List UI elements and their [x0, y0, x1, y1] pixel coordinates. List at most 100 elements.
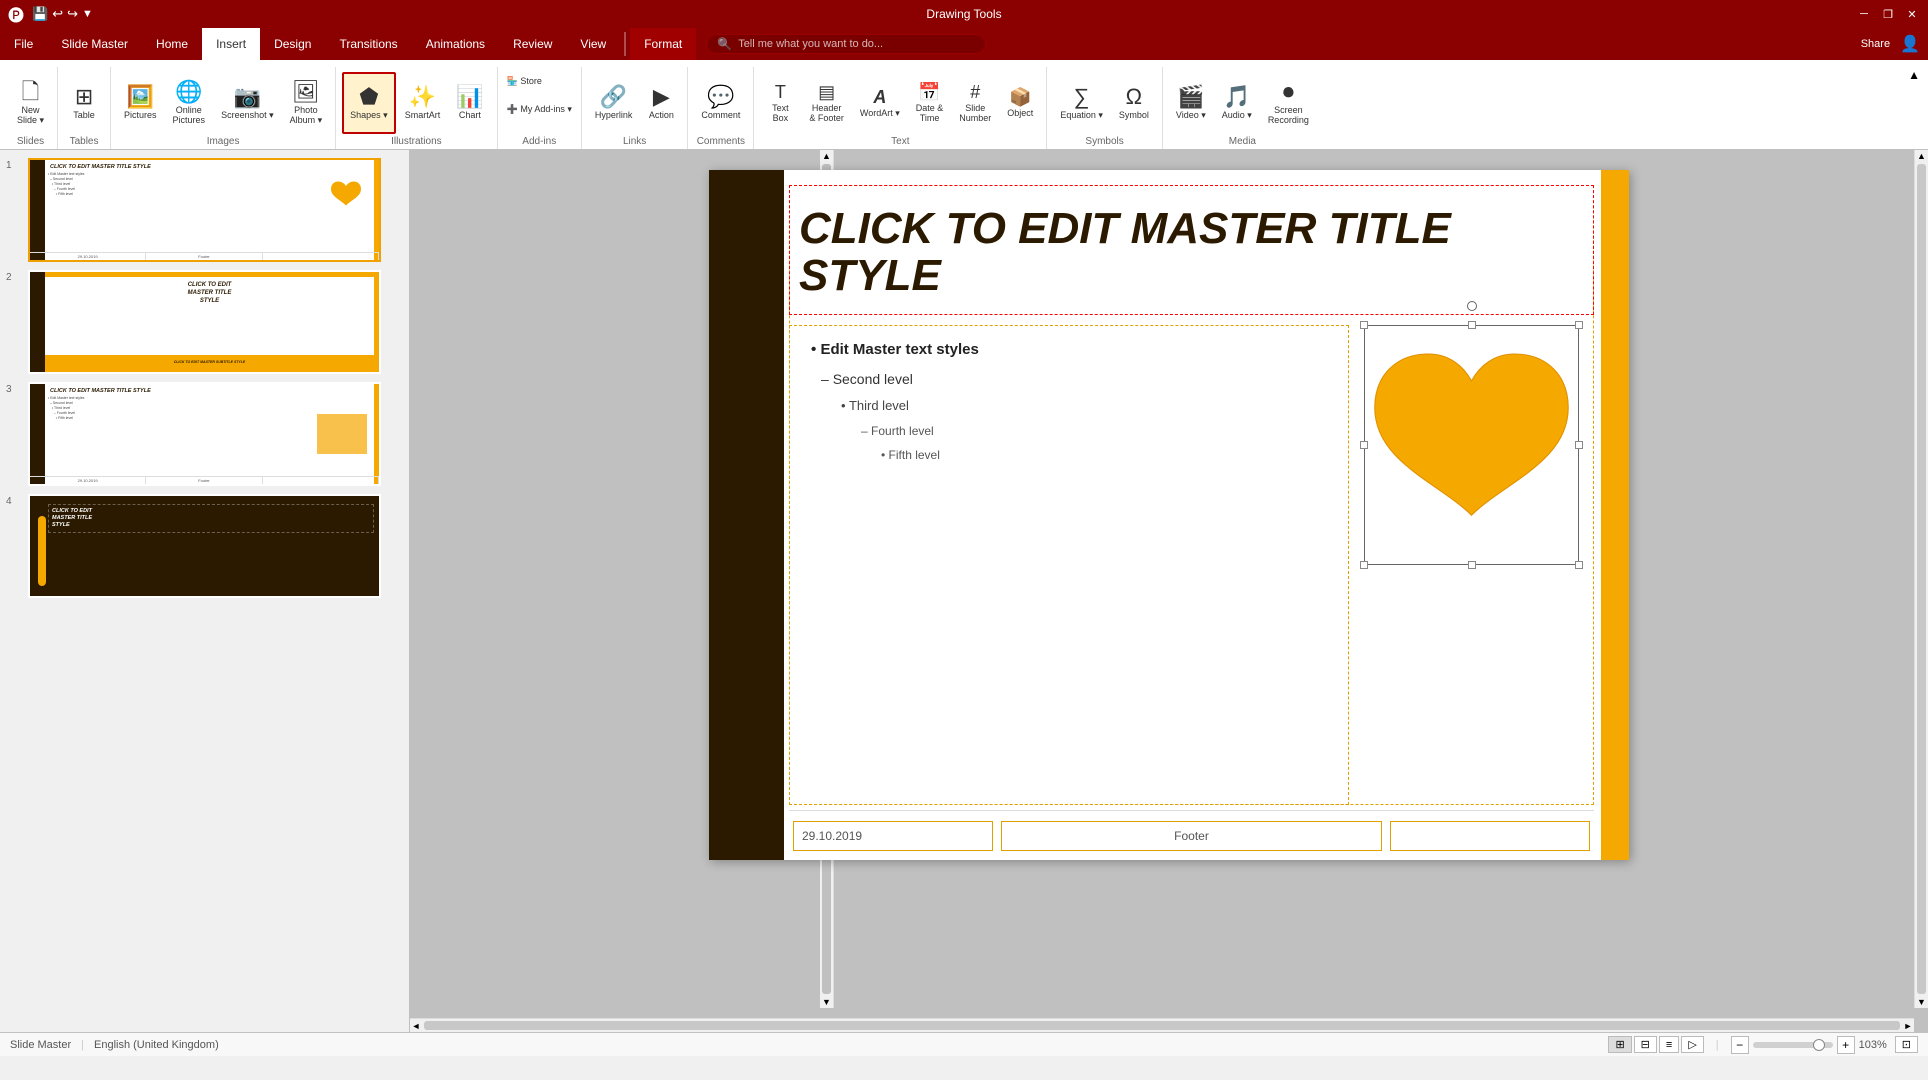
slide-main-title[interactable]: CLICK TO EDIT MASTER TITLE STYLE [799, 206, 1584, 298]
hyperlink-button[interactable]: 🔗 Hyperlink [588, 72, 640, 134]
screenshot-button[interactable]: 📷 Screenshot ▾ [214, 72, 281, 134]
bullet-level-3: • Third level [841, 393, 1344, 419]
store-button[interactable]: 🏪 Store [504, 67, 545, 95]
heart-object-container[interactable] [1364, 325, 1579, 565]
slide-3-thumbnail[interactable]: CLICK TO EDIT MASTER TITLE STYLE • Edit … [28, 382, 381, 486]
equation-button[interactable]: ∑ Equation ▾ [1053, 72, 1110, 134]
chart-button[interactable]: 📊 Chart [449, 72, 490, 134]
tab-home[interactable]: Home [142, 28, 202, 60]
slide-number-button[interactable]: # SlideNumber [952, 72, 998, 134]
share-tab-btn[interactable]: Share [1861, 38, 1890, 50]
my-addins-button[interactable]: ➕ My Add-ins ▾ [504, 95, 575, 123]
photo-album-button[interactable]: 🖼 PhotoAlbum ▾ [283, 72, 330, 134]
text-box-button[interactable]: T TextBox [760, 72, 800, 134]
handle-ml[interactable] [1360, 441, 1368, 449]
slide-4-thumbnail[interactable]: CLICK TO EDITMASTER TITLESTYLE [28, 494, 381, 598]
new-slide-button[interactable]: 🗋 NewSlide ▾ [10, 72, 51, 134]
object-icon: 📦 [1009, 88, 1031, 106]
slide-right-bar [1601, 170, 1629, 860]
canvas-right-scrollbar[interactable]: ▲ ▼ [1914, 150, 1928, 1008]
ribbon-tabs: File Slide Master Home Insert Design Tra… [0, 28, 1928, 60]
handle-bl[interactable] [1360, 561, 1368, 569]
tab-review[interactable]: Review [499, 28, 566, 60]
tab-view[interactable]: View [566, 28, 620, 60]
wordart-button[interactable]: A WordArt ▾ [853, 72, 907, 134]
action-button[interactable]: ▶ Action [641, 72, 681, 134]
date-time-button[interactable]: 📅 Date &Time [909, 72, 951, 134]
zoom-slider[interactable] [1753, 1042, 1833, 1048]
pictures-button[interactable]: 🖼️ Pictures [117, 72, 164, 134]
handle-mr[interactable] [1575, 441, 1583, 449]
slide-date-text: 29.10.2019 [802, 829, 862, 843]
zoom-level: 103% [1859, 1039, 1887, 1051]
shapes-button[interactable]: ⬟ Shapes ▾ [342, 72, 396, 134]
slide-panel: 1 CLICK TO EDIT MASTER TITLE STYLE • Edi… [0, 150, 410, 1032]
handle-tr[interactable] [1575, 321, 1583, 329]
symbols-group-label: Symbols [1085, 136, 1123, 147]
tab-design[interactable]: Design [260, 28, 325, 60]
restore-button[interactable]: ❐ [1880, 6, 1896, 22]
rotation-handle[interactable] [1467, 301, 1477, 311]
handle-br[interactable] [1575, 561, 1583, 569]
reading-view-button[interactable]: ≡ [1659, 1036, 1679, 1053]
handle-tl[interactable] [1360, 321, 1368, 329]
zoom-out-button[interactable]: − [1731, 1036, 1749, 1054]
right-scroll-down[interactable]: ▼ [1915, 996, 1928, 1008]
tab-transitions[interactable]: Transitions [325, 28, 411, 60]
fit-slide-button[interactable]: ⊡ [1895, 1036, 1918, 1053]
slide-date-field[interactable]: 29.10.2019 [793, 821, 993, 851]
customize-icon[interactable]: ▼ [82, 8, 93, 20]
online-pictures-button[interactable]: 🌐 OnlinePictures [166, 72, 213, 134]
bottom-scroll-thumb[interactable] [424, 1021, 1900, 1030]
right-scroll-thumb[interactable] [1917, 164, 1926, 994]
header-footer-button[interactable]: ▤ Header& Footer [802, 72, 851, 134]
tab-slide-master[interactable]: Slide Master [47, 28, 142, 60]
normal-view-button[interactable]: ⊞ [1608, 1036, 1631, 1053]
comment-button[interactable]: 💬 Comment [694, 72, 747, 134]
redo-icon[interactable]: ↪ [67, 6, 78, 22]
right-scroll-up[interactable]: ▲ [1915, 150, 1928, 162]
tab-insert[interactable]: Insert [202, 28, 260, 60]
tab-format[interactable]: Format [630, 28, 696, 60]
slide-pagenum-field[interactable] [1390, 821, 1590, 851]
table-button[interactable]: ⊞ Table [64, 72, 104, 134]
slide-footer-field[interactable]: Footer [1001, 821, 1383, 851]
object-button[interactable]: 📦 Object [1000, 72, 1040, 134]
slide-main-title-area[interactable]: CLICK TO EDIT MASTER TITLE STYLE [799, 195, 1584, 310]
handle-bm[interactable] [1468, 561, 1476, 569]
smartart-button[interactable]: ✨ SmartArt [398, 72, 448, 134]
undo-icon[interactable]: ↩ [52, 6, 63, 22]
audio-icon: 🎵 [1223, 86, 1250, 108]
slide-2-number: 2 [6, 272, 12, 283]
table-icon: ⊞ [75, 86, 93, 108]
tab-file[interactable]: File [0, 28, 47, 60]
presenter-view-button[interactable]: ▷ [1681, 1036, 1703, 1053]
canvas-bottom-scrollbar[interactable]: ◄ ► [410, 1018, 1914, 1032]
handle-tm[interactable] [1468, 321, 1476, 329]
slide-2-thumbnail[interactable]: CLICK TO EDITMASTER TITLESTYLE CLICK TO … [28, 270, 381, 374]
minimize-button[interactable]: ─ [1856, 6, 1872, 22]
bottom-scroll-right[interactable]: ► [1902, 1019, 1914, 1032]
tab-animations[interactable]: Animations [412, 28, 499, 60]
slide-1-thumbnail[interactable]: CLICK TO EDIT MASTER TITLE STYLE • Edit … [28, 158, 381, 262]
main-area: 1 CLICK TO EDIT MASTER TITLE STYLE • Edi… [0, 150, 1928, 1032]
bullet-5-marker: • [881, 448, 885, 462]
zoom-in-button[interactable]: + [1837, 1036, 1855, 1054]
collapse-ribbon-button[interactable]: ▲ [1904, 64, 1924, 86]
zoom-separator: | [1716, 1039, 1719, 1051]
scroll-down-button[interactable]: ▼ [820, 996, 833, 1008]
wavy-edge-svg [754, 170, 784, 860]
slide-body-text[interactable]: • Edit Master text styles – Second level… [801, 335, 1344, 467]
audio-button[interactable]: 🎵 Audio ▾ [1215, 72, 1259, 134]
save-icon[interactable]: 💾 [32, 6, 48, 22]
bottom-scroll-left[interactable]: ◄ [410, 1019, 422, 1032]
screen-recording-button[interactable]: ⏺ ScreenRecording [1261, 72, 1316, 134]
zoom-slider-thumb[interactable] [1813, 1039, 1825, 1051]
video-button[interactable]: 🎬 Video ▾ [1169, 72, 1213, 134]
close-button[interactable]: ✕ [1904, 6, 1920, 22]
tell-me-box[interactable]: 🔍 Tell me what you want to do... [706, 34, 986, 54]
slide-sorter-button[interactable]: ⊟ [1634, 1036, 1657, 1053]
scroll-up-button[interactable]: ▲ [820, 150, 833, 162]
symbol-button[interactable]: Ω Symbol [1112, 72, 1156, 134]
language-label: English (United Kingdom) [94, 1039, 219, 1051]
